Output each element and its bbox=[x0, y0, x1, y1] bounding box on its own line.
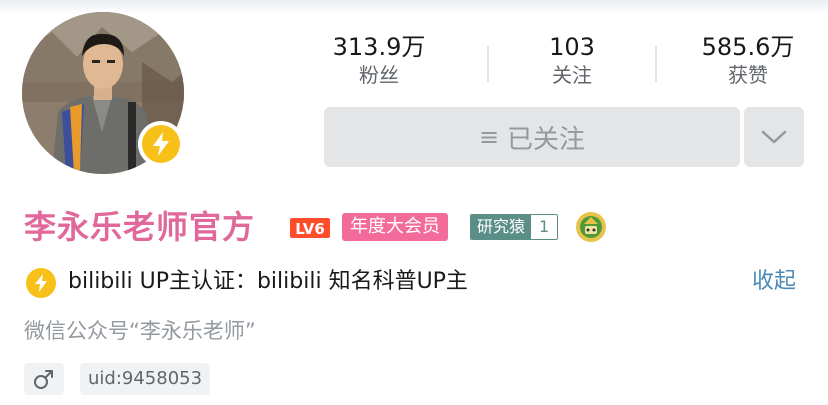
uid-tag[interactable]: uid:9458053 bbox=[80, 363, 211, 395]
menu-icon: ≡ bbox=[478, 123, 500, 151]
top-fade bbox=[0, 0, 828, 14]
collapse-link[interactable]: 收起 bbox=[752, 264, 796, 300]
gender-tag bbox=[24, 363, 64, 395]
lightning-icon bbox=[142, 125, 180, 163]
stat-divider bbox=[655, 46, 657, 82]
following-stat[interactable]: 103 关注 bbox=[497, 32, 647, 88]
likes-label: 获赞 bbox=[728, 63, 768, 87]
certification-icon bbox=[26, 268, 56, 298]
following-button-label: 已关注 bbox=[507, 124, 586, 155]
pendant-icon[interactable] bbox=[574, 210, 608, 244]
chevron-down-icon bbox=[761, 130, 787, 144]
fan-medal[interactable]: 研究猿 1 bbox=[470, 214, 559, 240]
signature: 微信公众号“李永乐老师” bbox=[24, 319, 256, 343]
level-badge-text: LV6 bbox=[295, 220, 325, 238]
followers-count: 313.9万 bbox=[332, 33, 426, 61]
likes-stat: 585.6万 获赞 bbox=[673, 32, 823, 88]
following-label: 关注 bbox=[552, 63, 592, 87]
likes-count: 585.6万 bbox=[701, 33, 795, 61]
followers-label: 粉丝 bbox=[359, 63, 399, 87]
vip-tag[interactable]: 年度大会员 bbox=[342, 213, 448, 241]
following-count: 103 bbox=[549, 33, 595, 61]
username: 李永乐老师官方 bbox=[24, 208, 256, 246]
certification-text: bilibili UP主认证：bilibili 知名科普UP主 bbox=[68, 269, 468, 294]
fan-medal-name: 研究猿 bbox=[471, 215, 532, 239]
fan-medal-level: 1 bbox=[531, 215, 558, 239]
followers-stat[interactable]: 313.9万 粉丝 bbox=[304, 32, 454, 88]
more-options-button[interactable] bbox=[744, 107, 804, 167]
verified-badge bbox=[138, 121, 184, 167]
following-button[interactable]: ≡ 已关注 bbox=[324, 107, 740, 167]
male-icon bbox=[34, 370, 53, 389]
stat-divider bbox=[487, 46, 489, 82]
level-badge: LV6 bbox=[290, 216, 330, 240]
